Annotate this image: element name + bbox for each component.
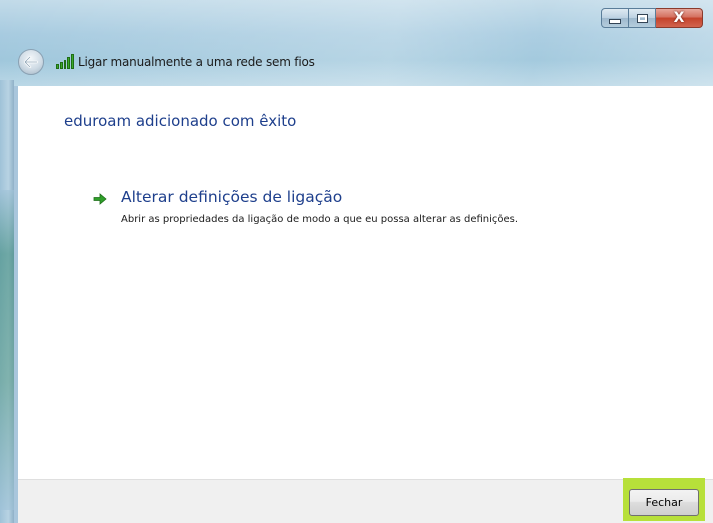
close-button[interactable]: Fechar [629, 489, 699, 516]
minimize-icon [609, 18, 621, 24]
page-heading: eduroam adicionado com êxito [64, 112, 297, 130]
content-area: eduroam adicionado com êxito Alterar def… [18, 86, 713, 479]
window-title: Ligar manualmente a uma rede sem fios [78, 55, 315, 69]
minimize-button[interactable] [601, 8, 629, 28]
wizard-window: X Ligar manualmente a uma rede sem fios … [0, 0, 713, 523]
maximize-button[interactable] [629, 8, 656, 28]
button-bar [18, 479, 713, 523]
change-settings-link[interactable]: Alterar definições de ligação [121, 188, 342, 206]
close-icon: X [673, 10, 685, 26]
green-arrow-icon [93, 193, 107, 205]
close-window-button[interactable]: X [656, 8, 703, 28]
back-button[interactable] [18, 49, 44, 75]
maximize-icon [636, 13, 648, 23]
back-arrow-icon [24, 56, 38, 68]
navigation-bar: Ligar manualmente a uma rede sem fios [18, 47, 315, 77]
change-settings-description: Abrir as propriedades da ligação de modo… [121, 214, 519, 225]
window-border-accent [0, 190, 14, 510]
wireless-signal-icon [56, 54, 74, 69]
caption-buttons: X [601, 8, 703, 30]
